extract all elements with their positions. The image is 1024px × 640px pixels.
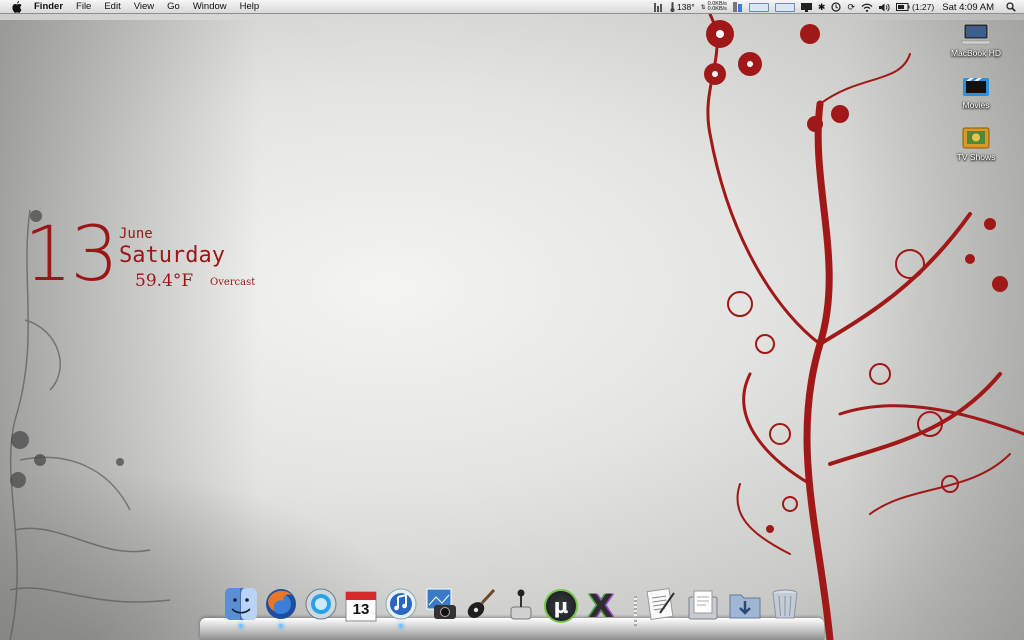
dock-separator bbox=[634, 596, 637, 626]
widget-month: June bbox=[119, 226, 153, 242]
dock-quicktime[interactable] bbox=[302, 586, 340, 626]
desktop-wallpaper bbox=[0, 0, 1024, 640]
network-rates: 0.0KB/s 0.0KB/s bbox=[707, 1, 727, 13]
temperature-readout: 138° bbox=[677, 2, 695, 12]
dock-downloads[interactable] bbox=[726, 586, 764, 626]
itunes-icon bbox=[384, 587, 418, 626]
desktop-icon-label: MacBook HD bbox=[950, 48, 1002, 58]
desktop-icon-macbook-hd[interactable]: MacBook HD bbox=[946, 22, 1006, 58]
menu-edit[interactable]: Edit bbox=[104, 1, 120, 12]
dock-ical[interactable]: 13 bbox=[342, 586, 380, 626]
running-indicator bbox=[279, 624, 283, 628]
widget-day-number: 13 bbox=[24, 209, 119, 298]
up-down-arrows-icon: ⇅ bbox=[700, 4, 706, 11]
net-down-rate: 0.0KB/s bbox=[707, 6, 727, 12]
desktop-icon-tv-shows[interactable]: TV Shows bbox=[946, 126, 1006, 162]
garageband-icon bbox=[464, 587, 498, 626]
menu-view[interactable]: View bbox=[134, 1, 154, 12]
dock-utorrent[interactable]: µ bbox=[542, 586, 580, 626]
iphoto-icon bbox=[424, 587, 458, 626]
battery-time: (1:27) bbox=[912, 2, 935, 12]
menu-app-finder[interactable]: Finder bbox=[34, 1, 63, 12]
volume-icon[interactable] bbox=[879, 3, 890, 12]
dock-trash[interactable] bbox=[766, 586, 804, 626]
firefox-icon bbox=[264, 587, 298, 626]
dock-finder[interactable] bbox=[222, 586, 260, 628]
quicktime-icon bbox=[304, 587, 338, 626]
menu-help[interactable]: Help bbox=[240, 1, 260, 12]
dock-iphoto[interactable] bbox=[422, 586, 460, 626]
cpu-meter-icon[interactable] bbox=[654, 2, 664, 12]
utorrent-icon: µ bbox=[544, 589, 578, 623]
desktop-icon-label: Movies bbox=[962, 100, 990, 110]
activity-meter-2[interactable] bbox=[774, 2, 795, 12]
dock-garageband[interactable] bbox=[462, 586, 500, 626]
memory-meter-icon[interactable] bbox=[732, 2, 743, 12]
dock-joystick[interactable] bbox=[502, 586, 540, 626]
dock-documents-stack[interactable] bbox=[684, 586, 722, 626]
desktop-icon-movies[interactable]: Movies bbox=[946, 74, 1006, 110]
date-weather-widget: 13 June Saturday 59.4°F Overcast bbox=[24, 214, 274, 302]
menu-bar: Finder File Edit View Go Window Help 138… bbox=[0, 0, 1024, 14]
battery-status[interactable]: (1:27) bbox=[896, 2, 934, 12]
battery-icon bbox=[896, 3, 910, 11]
widget-weekday: Saturday bbox=[119, 243, 225, 268]
thermometer-icon bbox=[670, 2, 675, 12]
calendar-icon: 13 bbox=[345, 589, 377, 623]
dock-firefox[interactable] bbox=[262, 586, 300, 628]
dock-x-app[interactable]: X bbox=[582, 586, 620, 626]
downloads-folder-icon bbox=[728, 587, 762, 626]
apple-icon[interactable] bbox=[10, 0, 24, 13]
network-status[interactable]: ⇅ 0.0KB/s 0.0KB/s bbox=[700, 1, 727, 13]
menu-file[interactable]: File bbox=[76, 1, 91, 12]
running-indicator bbox=[399, 624, 403, 628]
hard-drive-icon bbox=[960, 22, 992, 46]
wifi-icon[interactable] bbox=[861, 3, 873, 12]
finder-icon bbox=[224, 587, 258, 626]
widget-condition: Overcast bbox=[210, 277, 256, 288]
display-icon[interactable] bbox=[800, 2, 812, 12]
status-menus: 138° ⇅ 0.0KB/s 0.0KB/s ✱ ⟳ (1:27) Sat 4:… bbox=[654, 0, 1016, 14]
widget-temperature: 59.4°F bbox=[135, 271, 194, 291]
trash-icon bbox=[768, 587, 802, 626]
menu-window[interactable]: Window bbox=[193, 1, 227, 12]
dock-textedit[interactable] bbox=[642, 586, 680, 626]
documents-stack-icon bbox=[686, 587, 720, 626]
joystick-icon bbox=[504, 587, 538, 626]
tv-shows-folder-icon bbox=[961, 126, 991, 150]
movies-folder-icon bbox=[961, 74, 991, 98]
menu-go[interactable]: Go bbox=[167, 1, 180, 12]
dock-itunes[interactable] bbox=[382, 586, 420, 628]
bluetooth-icon[interactable]: ✱ bbox=[818, 2, 826, 13]
spotlight-search-icon[interactable] bbox=[1006, 2, 1016, 12]
activity-meter-1[interactable] bbox=[748, 2, 769, 12]
desktop-icon-label: TV Shows bbox=[956, 152, 996, 162]
running-indicator bbox=[239, 624, 243, 628]
sync-icon[interactable]: ⟳ bbox=[847, 2, 855, 13]
utorrent-glyph: µ bbox=[553, 594, 569, 618]
x-app-icon: X bbox=[584, 587, 618, 625]
time-machine-icon[interactable] bbox=[831, 2, 842, 12]
calendar-date-badge: 13 bbox=[352, 601, 370, 618]
menubar-clock[interactable]: Sat 4:09 AM bbox=[942, 2, 994, 13]
textedit-icon bbox=[644, 587, 678, 626]
x-app-glyph: X bbox=[588, 587, 614, 625]
temperature-status[interactable]: 138° bbox=[670, 2, 695, 12]
